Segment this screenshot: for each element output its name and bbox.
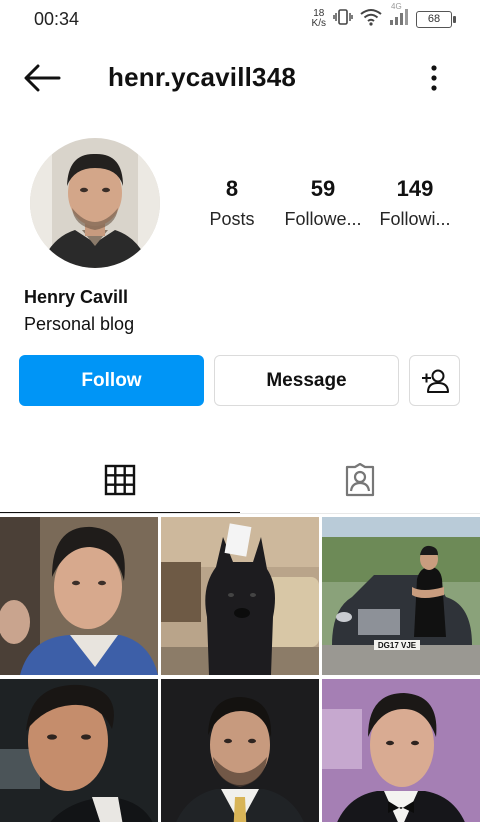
status-bar: 00:34 18 K/s 4G 68 xyxy=(0,0,480,38)
post-thumbnail[interactable] xyxy=(0,679,158,822)
tagged-person-icon xyxy=(345,463,375,497)
more-vertical-icon xyxy=(431,65,437,91)
profile-avatar[interactable] xyxy=(30,138,160,268)
profile-tabs xyxy=(0,447,480,515)
post-thumbnail[interactable] xyxy=(161,517,319,675)
suggested-users-button[interactable] xyxy=(409,355,460,406)
tab-divider xyxy=(0,513,480,514)
message-button[interactable]: Message xyxy=(214,355,399,406)
arrow-left-icon xyxy=(24,64,61,92)
profile-header: henr.ycavill348 xyxy=(0,48,480,108)
stat-followers[interactable]: 59 Followe... xyxy=(279,176,367,230)
vibrate-icon xyxy=(333,8,353,31)
posts-grid: DG17 VJE xyxy=(0,517,480,822)
follow-button[interactable]: Follow xyxy=(19,355,204,406)
battery-icon: 68 xyxy=(416,10,456,28)
car-license-plate: DG17 VJE xyxy=(378,641,417,650)
wifi-icon xyxy=(360,8,382,31)
network-speed: 18 K/s xyxy=(311,8,326,29)
add-person-icon xyxy=(421,369,449,393)
profile-bio: Personal blog xyxy=(24,314,135,334)
post-thumbnail[interactable] xyxy=(0,517,158,675)
tab-tagged[interactable] xyxy=(240,447,480,513)
status-icons: 18 K/s 4G 68 xyxy=(311,2,456,32)
profile-username: henr.ycavill348 xyxy=(108,62,297,92)
following-label: Followi... xyxy=(379,209,451,229)
posts-count: 8 xyxy=(225,176,239,201)
stat-posts: 8 Posts xyxy=(197,176,267,230)
cellular-signal-icon: 4G xyxy=(389,2,409,31)
post-thumbnail[interactable] xyxy=(322,679,480,822)
grid-icon xyxy=(104,464,136,496)
posts-label: Posts xyxy=(209,209,255,229)
followers-label: Followe... xyxy=(284,209,362,229)
following-count: 149 xyxy=(396,176,434,201)
tab-grid[interactable] xyxy=(0,447,240,513)
profile-display-name: Henry Cavill xyxy=(24,287,129,307)
back-button[interactable] xyxy=(20,60,64,96)
stat-following[interactable]: 149 Followi... xyxy=(372,176,458,230)
followers-count: 59 xyxy=(310,176,336,201)
post-thumbnail[interactable] xyxy=(161,679,319,822)
status-time: 00:34 xyxy=(34,9,80,29)
more-options-button[interactable] xyxy=(422,62,446,94)
post-thumbnail[interactable]: DG17 VJE xyxy=(322,517,480,675)
